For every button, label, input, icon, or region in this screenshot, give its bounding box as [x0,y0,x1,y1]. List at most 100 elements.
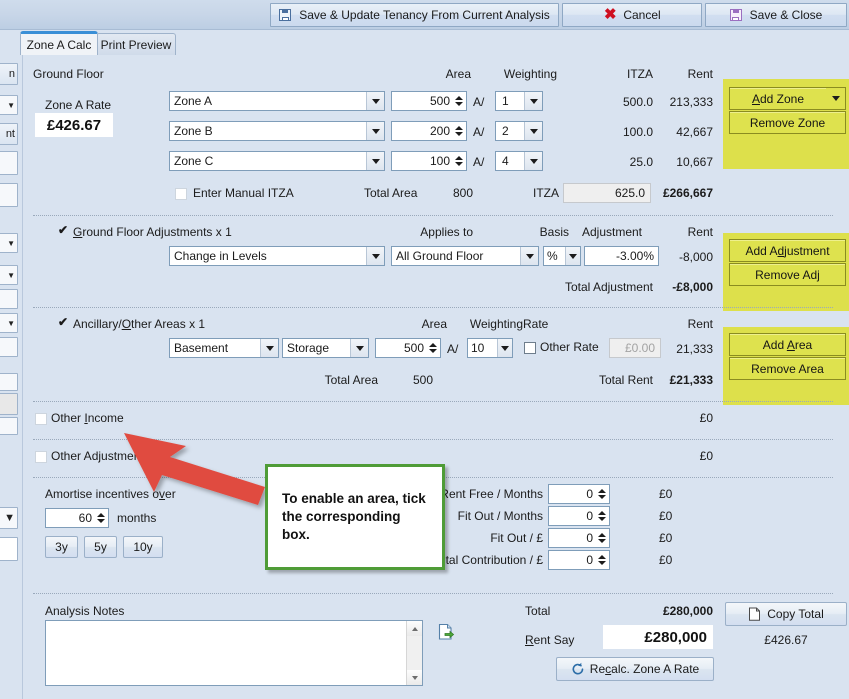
ancillary-area-0[interactable]: 500 [375,338,441,358]
spinner-icon[interactable] [452,153,465,169]
chevron-down-icon[interactable] [260,339,278,357]
left-clipped-button-top[interactable]: n [0,63,18,85]
tab-zone-a-calc-label: Zone A Calc [26,37,92,52]
chevron-down-icon[interactable] [520,247,538,265]
zone-weight-2[interactable]: 4 [495,151,543,171]
chevron-down-icon[interactable] [524,92,542,110]
incentive-amount-2: £0 [659,531,673,545]
cancel-button[interactable]: ✖ Cancel [562,3,702,27]
left-clipped-combo-1[interactable]: ▼ [0,95,18,115]
left-clipped-scroll[interactable] [0,393,18,415]
incentive-input-0[interactable]: 0 [548,484,610,504]
document-export-icon[interactable] [437,623,455,641]
preset-3y-button[interactable]: 3y [45,536,78,558]
rent-say-input[interactable]: £280,000 [603,625,713,649]
zone-weight-0[interactable]: 1 [495,91,543,111]
other-adjustments-checkbox[interactable] [35,451,47,463]
remove-adjustment-label: Remove Adj [755,267,820,282]
left-clipped-field-4[interactable] [0,337,18,357]
other-income-label: Other Income [51,411,124,425]
ancillary-use-0[interactable]: Storage [282,338,369,358]
add-area-button[interactable]: Add Area [729,333,846,356]
spinner-icon[interactable] [595,486,608,502]
chevron-down-icon[interactable] [524,122,542,140]
add-zone-button[interactable]: Add Zone [729,87,827,110]
left-clipped-combo-4[interactable]: ▼ [0,313,18,333]
left-clipped-field-5[interactable] [0,373,18,391]
notes-scrollbar[interactable] [406,621,422,685]
spinner-icon[interactable] [595,508,608,524]
chevron-down-icon[interactable] [497,339,512,357]
left-clipped-button-mid-label: nt [5,128,15,140]
ancillary-checkbox[interactable]: ✔ [58,316,68,328]
spinner-icon[interactable] [595,552,608,568]
left-clipped-button-mid[interactable]: nt [0,123,18,145]
incentive-input-3[interactable]: 0 [548,550,610,570]
left-clipped-combo-5[interactable]: ▼ [0,507,18,529]
save-update-tenancy-button[interactable]: Save & Update Tenancy From Current Analy… [270,3,559,27]
add-adjustment-button[interactable]: Add Adjustment [729,239,846,262]
zone-a-rate-display: £426.67 [764,633,808,647]
adjustments-title: Ground Floor Adjustments x 1 [73,225,232,239]
chevron-down-icon[interactable] [565,247,580,265]
incentive-input-2[interactable]: 0 [548,528,610,548]
amortise-months-input[interactable]: 60 [45,508,109,528]
left-clipped-field-1[interactable] [0,151,18,175]
header-ancillary-rate: Rate [523,317,549,331]
zone-area-2[interactable]: 100 [391,151,467,171]
left-clipped-field-3[interactable] [0,289,18,309]
left-clipped-field-7[interactable] [0,537,18,561]
chevron-down-icon[interactable] [350,339,368,357]
ancillary-weight-0[interactable]: 10 [467,338,513,358]
adjustments-checkbox[interactable]: ✔ [58,224,68,236]
zone-weight-1[interactable]: 2 [495,121,543,141]
zone-weight-prefix-1: A/ [473,125,485,139]
recalc-zone-a-rate-button[interactable]: Recalc. Zone A Rate [556,657,714,681]
zone-select-1[interactable]: Zone B [169,121,385,141]
scroll-down-icon[interactable] [407,670,422,685]
adjustment-applies-to-0[interactable]: All Ground Floor [391,246,539,266]
preset-5y-button[interactable]: 5y [84,536,117,558]
remove-adjustment-button[interactable]: Remove Adj [729,263,846,286]
spinner-icon[interactable] [94,510,107,526]
chevron-down-icon[interactable] [366,92,384,110]
save-close-button[interactable]: Save & Close [705,3,847,27]
zone-area-0[interactable]: 500 [391,91,467,111]
adjustment-type-0[interactable]: Change in Levels [169,246,385,266]
spinner-icon[interactable] [452,123,465,139]
chevron-down-icon[interactable] [366,247,384,265]
chevron-down-icon[interactable] [366,122,384,140]
tab-zone-a-calc[interactable]: Zone A Calc [20,31,98,55]
preset-10y-button[interactable]: 10y [123,536,163,558]
other-income-value: £0 [699,411,713,425]
scroll-up-icon[interactable] [407,621,422,636]
adjustment-value-0[interactable]: -3.00% [584,246,659,266]
add-zone-dropdown-button[interactable] [826,87,846,110]
zone-area-1[interactable]: 200 [391,121,467,141]
zone-a-calc-window: Save & Update Tenancy From Current Analy… [0,0,849,699]
left-clipped-field-2[interactable] [0,183,18,207]
adjustment-rent-0: -8,000 [678,250,713,264]
enter-manual-itza-checkbox[interactable] [175,188,187,200]
remove-area-button[interactable]: Remove Area [729,357,846,380]
ancillary-location-0[interactable]: Basement [169,338,279,358]
spinner-icon[interactable] [426,340,439,356]
left-clipped-combo-2[interactable]: ▼ [0,233,18,253]
spinner-icon[interactable] [595,530,608,546]
left-clipped-combo-3[interactable]: ▼ [0,265,18,285]
copy-total-button[interactable]: Copy Total [725,602,847,626]
zone-select-2[interactable]: Zone C [169,151,385,171]
adjustment-basis-0[interactable]: % [543,246,581,266]
left-clipped-field-6[interactable] [0,417,18,435]
chevron-down-icon[interactable] [366,152,384,170]
other-rate-checkbox[interactable] [524,342,536,354]
tab-print-preview-label: Print Preview [100,37,172,52]
tab-print-preview[interactable]: Print Preview [96,33,176,55]
other-income-checkbox[interactable] [35,413,47,425]
zone-select-0[interactable]: Zone A [169,91,385,111]
chevron-down-icon[interactable] [524,152,542,170]
spinner-icon[interactable] [452,93,465,109]
incentive-input-1[interactable]: 0 [548,506,610,526]
remove-zone-button[interactable]: Remove Zone [729,111,846,134]
analysis-notes-textarea[interactable] [45,620,423,686]
